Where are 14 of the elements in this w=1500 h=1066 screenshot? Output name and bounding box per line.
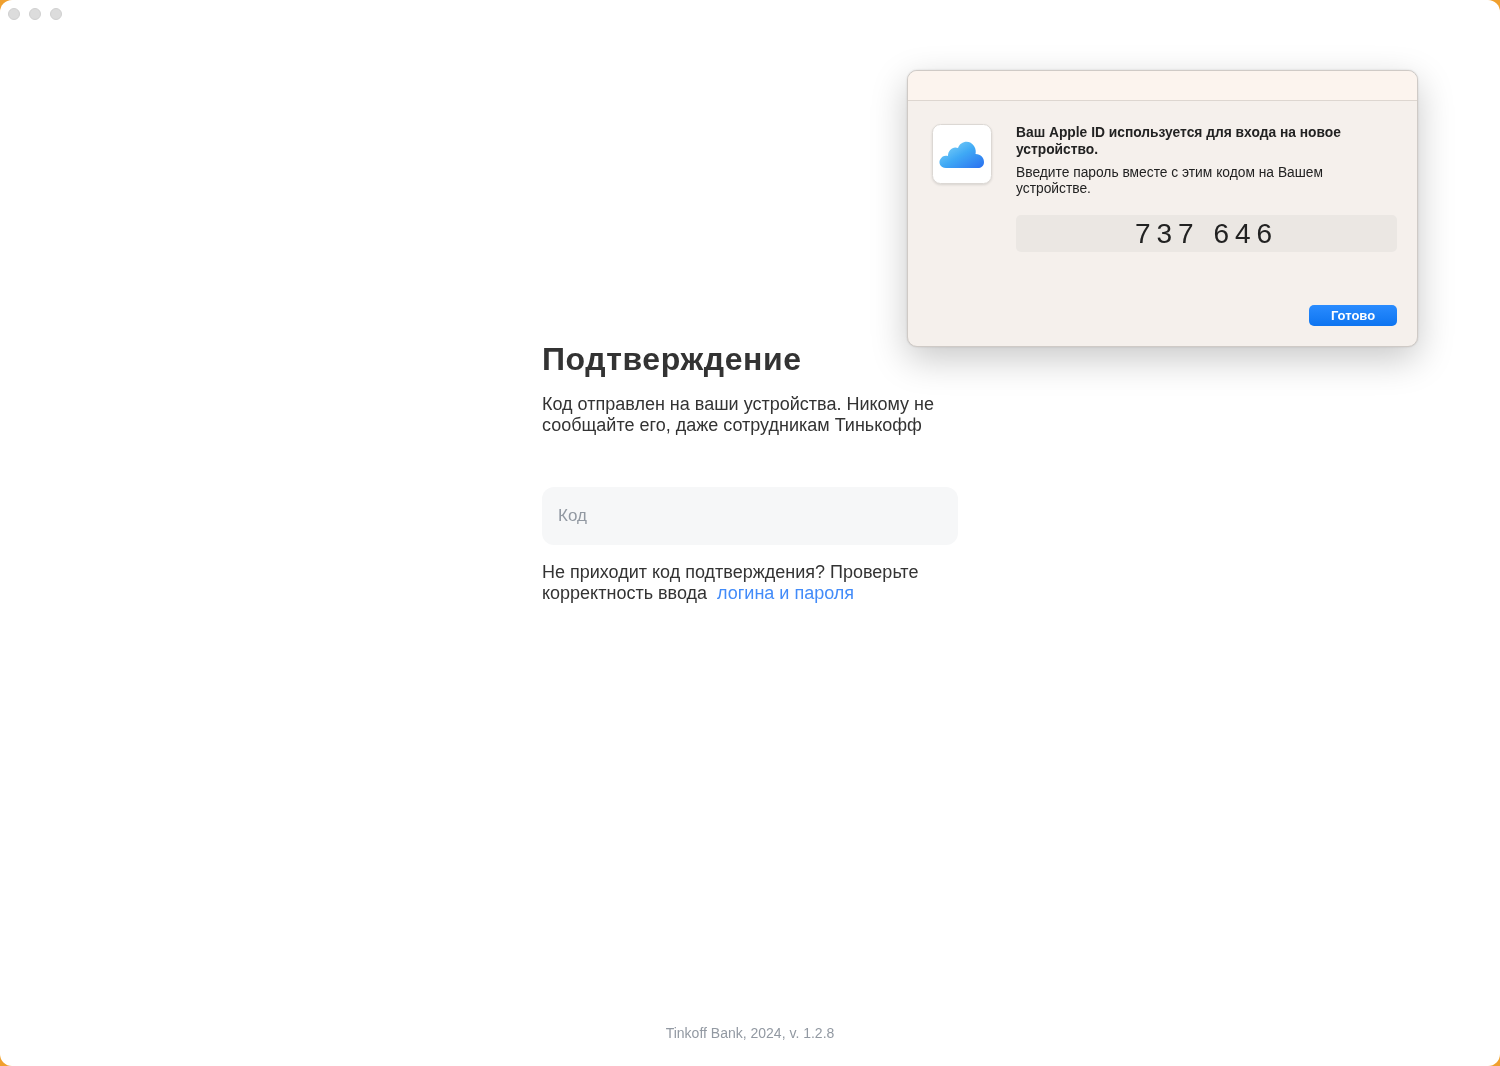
alert-title: Ваш Apple ID используется для входа на новое устройство. [1016,124,1342,158]
help-text: Не приходит код подтверждения? Проверьте корректность ввода логина и пароля [542,562,920,604]
window-minimize-button[interactable] [29,8,41,20]
login-password-link[interactable]: логина и пароля [717,583,855,603]
description-text: Код отправлен на ваши устройства. Никому не сообщайте его, даже сотрудникам Тинькофф [542,394,936,436]
footer-text: Tinkoff Bank, 2024, v. 1.2.8 [665,1024,835,1042]
alert-message: Введите пароль вместе с этим кодом на Вашем устройстве. [1016,165,1324,197]
page-title: Подтверждение [542,341,803,377]
window-close-button[interactable] [8,8,20,20]
cloud-app-icon [932,124,992,184]
window-zoom-button[interactable] [50,8,62,20]
verification-code: 737 646 [1016,215,1397,252]
done-button[interactable]: Готово [1309,305,1397,326]
code-field[interactable]: Код [542,487,958,545]
